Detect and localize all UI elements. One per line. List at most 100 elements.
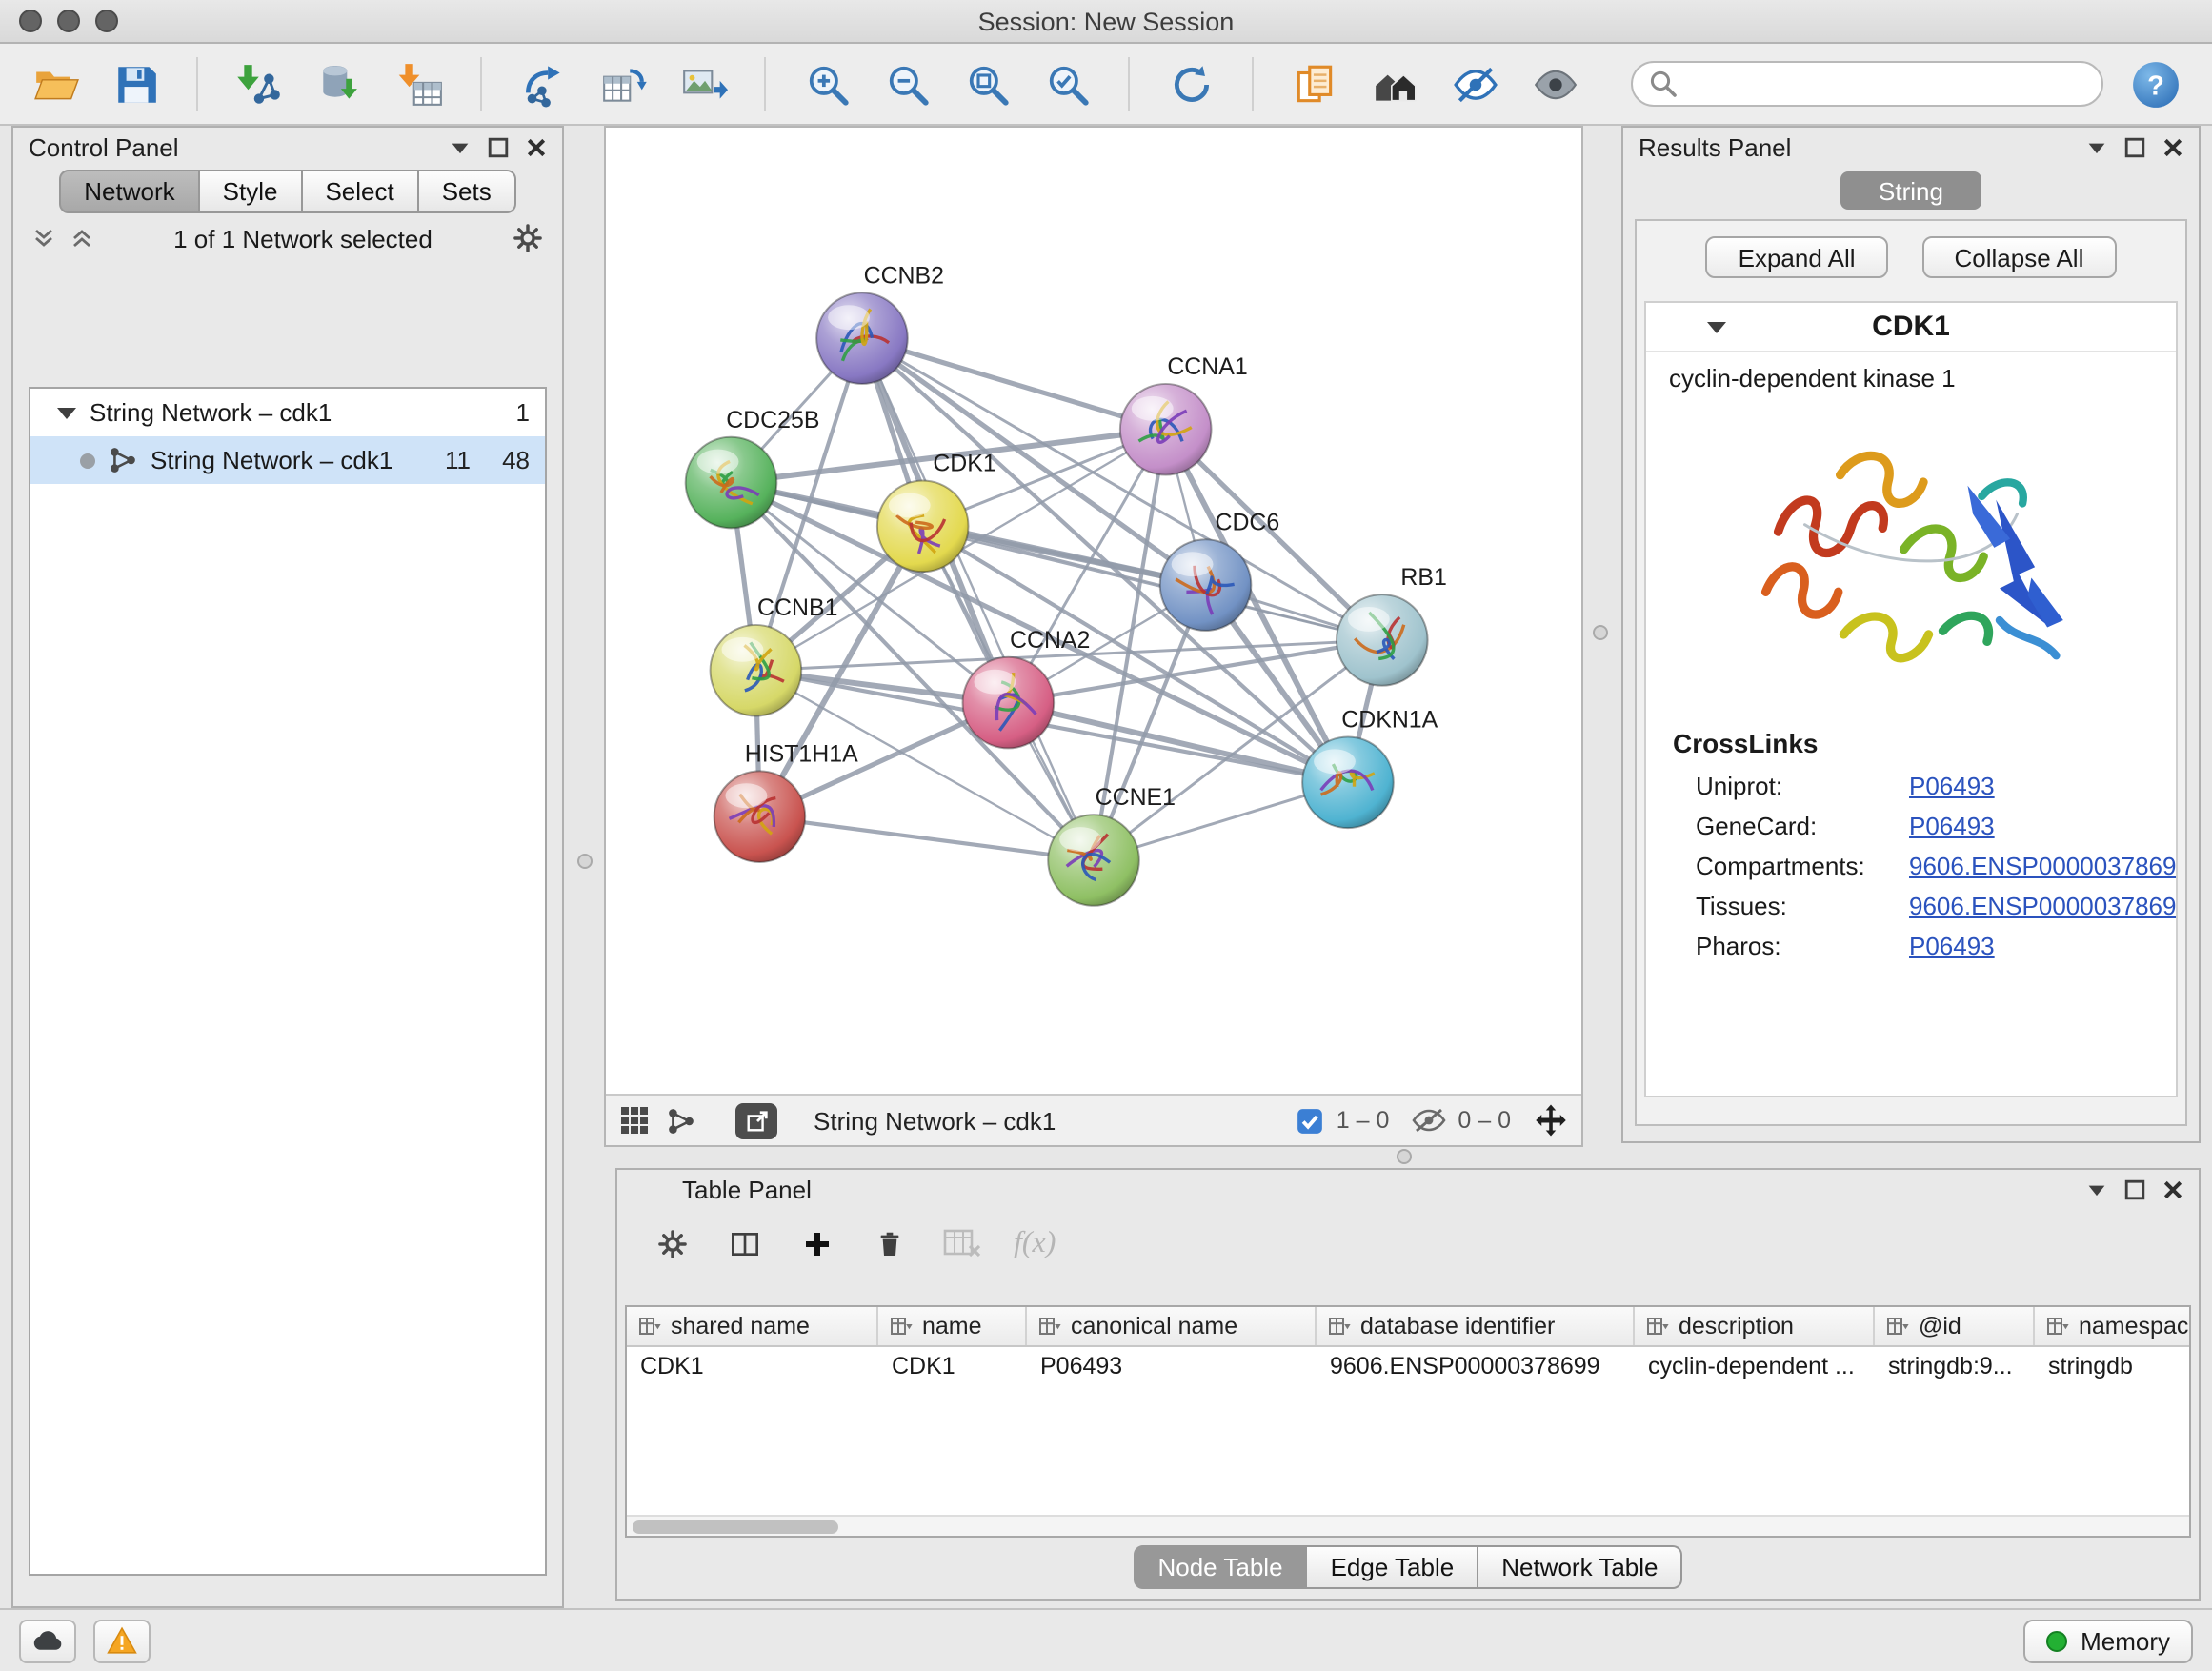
table-cell[interactable]: stringdb: [2035, 1347, 2191, 1385]
minimize-window-button[interactable]: [57, 10, 80, 32]
network-canvas[interactable]: CCNB2CCNA1CDC25BCDK1CDC6RB1CCNB1CCNA2CDK…: [606, 128, 1581, 1094]
collapse-all-icon[interactable]: [32, 227, 55, 250]
scrollbar-thumb[interactable]: [633, 1520, 838, 1534]
table-cell[interactable]: 9606.ENSP00000378699: [1317, 1347, 1635, 1385]
zoom-selected-button[interactable]: [1035, 53, 1099, 114]
panel-close-icon[interactable]: [2162, 1178, 2183, 1199]
add-column-button[interactable]: [796, 1223, 838, 1265]
edge[interactable]: [862, 338, 1166, 430]
network-row[interactable]: String Network – cdk1 11 48: [30, 436, 545, 484]
export-image-button[interactable]: [671, 53, 735, 114]
hidden-eye-icon[interactable]: [1412, 1103, 1446, 1137]
refresh-button[interactable]: [1158, 53, 1223, 114]
panel-close-icon[interactable]: [2162, 136, 2183, 157]
collapse-all-button[interactable]: Collapse All: [1922, 236, 2117, 278]
tab-edge-table[interactable]: Edge Table: [1308, 1545, 1479, 1589]
panel-menu-icon[interactable]: [2086, 1178, 2107, 1199]
panel-float-icon[interactable]: [2124, 1178, 2145, 1199]
column-header[interactable]: description: [1635, 1307, 1875, 1345]
birdseye-grid-icon[interactable]: [619, 1105, 650, 1136]
column-header[interactable]: name: [878, 1307, 1027, 1345]
tab-node-table[interactable]: Node Table: [1133, 1545, 1307, 1589]
import-network-db-button[interactable]: [307, 53, 372, 114]
show-eye-button[interactable]: [1522, 53, 1587, 114]
zoom-in-button[interactable]: [794, 53, 859, 114]
horizontal-scrollbar[interactable]: [627, 1515, 2189, 1536]
zoom-fit-button[interactable]: [955, 53, 1019, 114]
network-graph[interactable]: CCNB2CCNA1CDC25BCDK1CDC6RB1CCNB1CCNA2CDK…: [606, 128, 1581, 1094]
crosslink-value-link[interactable]: 9606.ENSP00000378699: [1909, 892, 2178, 920]
network-collection-row[interactable]: String Network – cdk1 1: [30, 389, 545, 436]
node-CDK1[interactable]: CDK1: [877, 451, 996, 573]
tab-sets[interactable]: Sets: [419, 170, 516, 213]
node-HIST1H1A[interactable]: HIST1H1A: [714, 740, 859, 862]
protein-header[interactable]: CDK1: [1646, 303, 2176, 352]
save-session-button[interactable]: [103, 53, 168, 114]
tab-style[interactable]: Style: [200, 170, 303, 213]
tab-string[interactable]: String: [1840, 171, 1981, 210]
edge[interactable]: [759, 816, 1094, 860]
network-share-icon[interactable]: [667, 1106, 695, 1135]
crosslink-value-link[interactable]: 9606.ENSP00000378699: [1909, 852, 2178, 880]
import-table-button[interactable]: [387, 53, 452, 114]
tab-network-table[interactable]: Network Table: [1478, 1545, 1682, 1589]
tree-caret-icon[interactable]: [57, 407, 76, 418]
column-header[interactable]: @id: [1875, 1307, 2035, 1345]
close-window-button[interactable]: [19, 10, 42, 32]
column-header[interactable]: shared name: [627, 1307, 878, 1345]
node-CCNB1[interactable]: CCNB1: [711, 594, 838, 716]
expand-all-icon[interactable]: [70, 227, 93, 250]
clone-network-button[interactable]: [591, 53, 655, 114]
import-network-file-button[interactable]: [227, 53, 292, 114]
network-from-selection-button[interactable]: [511, 53, 575, 114]
tab-network[interactable]: Network: [59, 170, 199, 213]
crosslink-value-link[interactable]: P06493: [1909, 812, 1995, 840]
panel-float-icon[interactable]: [2124, 136, 2145, 157]
node-RB1[interactable]: RB1: [1337, 564, 1447, 686]
protein-collapse-icon[interactable]: [1707, 321, 1726, 332]
zoom-out-button[interactable]: [875, 53, 939, 114]
expand-all-button[interactable]: Expand All: [1706, 236, 1888, 278]
cloud-status-button[interactable]: [19, 1619, 76, 1662]
crosslink-value-link[interactable]: P06493: [1909, 932, 1995, 960]
node-CDC25B[interactable]: CDC25B: [686, 407, 820, 529]
node-CCNB2[interactable]: CCNB2: [816, 262, 944, 384]
home-button[interactable]: [1362, 53, 1427, 114]
open-session-button[interactable]: [23, 53, 88, 114]
column-header[interactable]: namespace: [2035, 1307, 2191, 1345]
crosslink-value-link[interactable]: P06493: [1909, 772, 1995, 800]
panel-menu-icon[interactable]: [2086, 136, 2107, 157]
search-box[interactable]: [1631, 61, 2103, 107]
copy-annotations-button[interactable]: [1282, 53, 1347, 114]
panel-close-icon[interactable]: [526, 136, 547, 157]
export-network-button[interactable]: [735, 1102, 777, 1138]
table-cell[interactable]: cyclin-dependent ...: [1635, 1347, 1875, 1385]
search-input[interactable]: [1690, 70, 2086, 97]
table-settings-button[interactable]: [652, 1223, 694, 1265]
help-button[interactable]: ?: [2130, 58, 2182, 110]
zoom-window-button[interactable]: [95, 10, 118, 32]
splitter-handle[interactable]: [1397, 1149, 1412, 1164]
hide-unhide-button[interactable]: [1442, 53, 1507, 114]
tab-select[interactable]: Select: [302, 170, 418, 213]
table-cell[interactable]: CDK1: [878, 1347, 1027, 1385]
delete-table-button[interactable]: [941, 1223, 983, 1265]
edge[interactable]: [862, 338, 1094, 860]
splitter-handle[interactable]: [1593, 625, 1608, 640]
fit-move-icon[interactable]: [1534, 1103, 1568, 1137]
column-header[interactable]: database identifier: [1317, 1307, 1635, 1345]
splitter-handle[interactable]: [577, 854, 593, 869]
node-CCNA1[interactable]: CCNA1: [1120, 353, 1248, 475]
warnings-button[interactable]: [93, 1619, 151, 1662]
table-cell[interactable]: stringdb:9...: [1875, 1347, 2035, 1385]
gear-icon[interactable]: [513, 223, 543, 253]
panel-menu-icon[interactable]: [450, 136, 471, 157]
column-header[interactable]: canonical name: [1027, 1307, 1317, 1345]
panel-float-icon[interactable]: [488, 136, 509, 157]
table-cell[interactable]: CDK1: [627, 1347, 878, 1385]
node-CDKN1A[interactable]: CDKN1A: [1302, 707, 1438, 829]
delete-column-button[interactable]: [869, 1223, 911, 1265]
show-columns-button[interactable]: [724, 1223, 766, 1265]
selected-checkbox-icon[interactable]: [1297, 1106, 1325, 1135]
table-row[interactable]: CDK1CDK1P064939606.ENSP00000378699cyclin…: [627, 1347, 2189, 1385]
